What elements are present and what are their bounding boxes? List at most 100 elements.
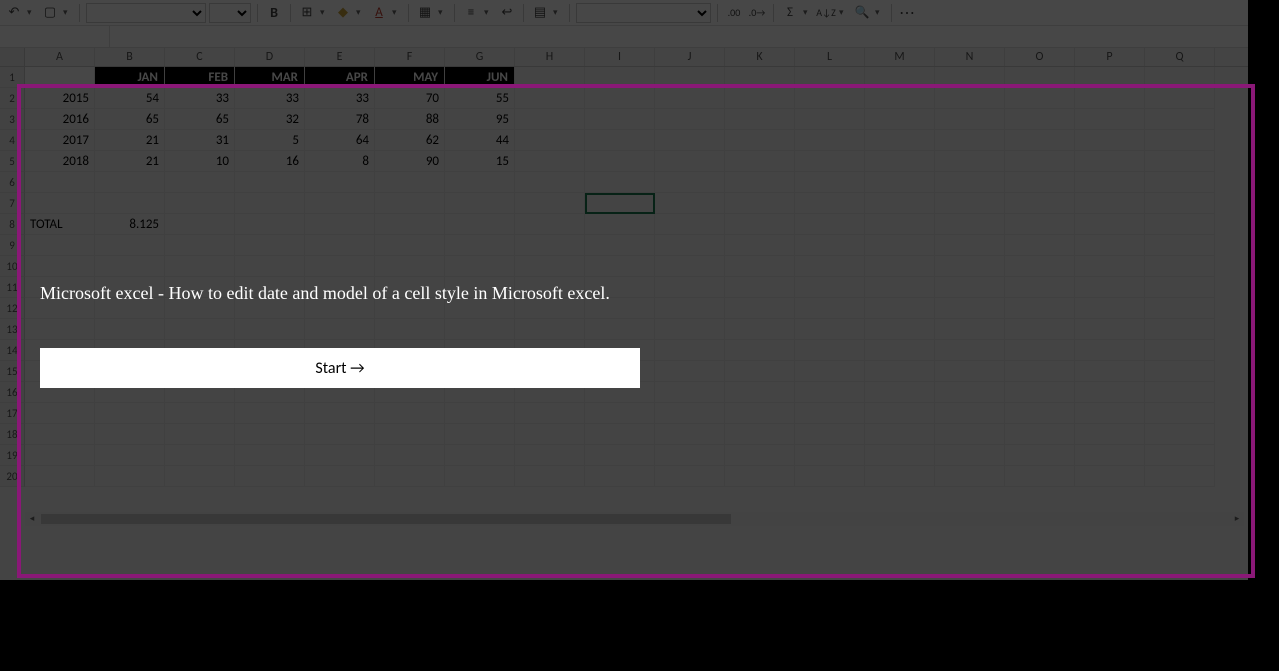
cell[interactable]: [95, 466, 165, 487]
cell[interactable]: 21: [95, 151, 165, 172]
cell[interactable]: [515, 403, 585, 424]
cell[interactable]: [25, 445, 95, 466]
cell[interactable]: [725, 88, 795, 109]
cell[interactable]: [655, 67, 725, 88]
cell[interactable]: [25, 424, 95, 445]
cell[interactable]: [375, 319, 445, 340]
cell[interactable]: [795, 403, 865, 424]
cell[interactable]: [1075, 130, 1145, 151]
cell[interactable]: [1145, 193, 1215, 214]
cell[interactable]: 21: [95, 130, 165, 151]
cell[interactable]: [95, 193, 165, 214]
cell[interactable]: [1005, 382, 1075, 403]
cell[interactable]: [305, 172, 375, 193]
cell[interactable]: 5: [235, 130, 305, 151]
cell[interactable]: [375, 466, 445, 487]
cell[interactable]: [25, 235, 95, 256]
cell[interactable]: [585, 172, 655, 193]
row-header[interactable]: 2: [0, 88, 25, 109]
cell[interactable]: [1075, 340, 1145, 361]
cell[interactable]: [445, 403, 515, 424]
cell[interactable]: [935, 340, 1005, 361]
row-header[interactable]: 9: [0, 235, 25, 256]
cell[interactable]: [165, 214, 235, 235]
column-header[interactable]: K: [725, 48, 795, 66]
cell[interactable]: [1075, 277, 1145, 298]
font-name-select[interactable]: [86, 3, 206, 23]
cell[interactable]: [1005, 298, 1075, 319]
scroll-left-icon[interactable]: ◂: [25, 512, 39, 526]
cell[interactable]: [585, 151, 655, 172]
cell[interactable]: [1075, 361, 1145, 382]
cell[interactable]: [25, 193, 95, 214]
cell[interactable]: 33: [305, 88, 375, 109]
chevron-down-icon[interactable]: ▾: [320, 7, 330, 18]
cell[interactable]: [25, 403, 95, 424]
cell[interactable]: [305, 193, 375, 214]
cell[interactable]: [655, 130, 725, 151]
cell[interactable]: 54: [95, 88, 165, 109]
autosum-icon[interactable]: Σ: [780, 3, 800, 23]
cell[interactable]: [1005, 340, 1075, 361]
cell[interactable]: [1145, 109, 1215, 130]
cell[interactable]: [935, 277, 1005, 298]
cell[interactable]: [1005, 256, 1075, 277]
cell[interactable]: [585, 109, 655, 130]
cell[interactable]: [725, 109, 795, 130]
cell[interactable]: [165, 235, 235, 256]
cell[interactable]: [585, 256, 655, 277]
cell[interactable]: [235, 403, 305, 424]
cell[interactable]: [585, 445, 655, 466]
chevron-down-icon[interactable]: ▾: [553, 7, 563, 18]
cell[interactable]: [935, 466, 1005, 487]
cell[interactable]: [725, 214, 795, 235]
cell[interactable]: 65: [95, 109, 165, 130]
cell[interactable]: [235, 256, 305, 277]
cell[interactable]: [655, 172, 725, 193]
cell[interactable]: [795, 298, 865, 319]
cell[interactable]: [725, 193, 795, 214]
merge-icon[interactable]: ▦: [415, 3, 435, 23]
cell[interactable]: 33: [235, 88, 305, 109]
cell[interactable]: [935, 235, 1005, 256]
cell[interactable]: 2017: [25, 130, 95, 151]
cell[interactable]: [305, 403, 375, 424]
cell[interactable]: [655, 361, 725, 382]
column-header[interactable]: M: [865, 48, 935, 66]
more-icon[interactable]: ⋯: [898, 3, 918, 23]
cell[interactable]: [655, 445, 725, 466]
row-header[interactable]: 19: [0, 445, 25, 466]
cell[interactable]: [305, 214, 375, 235]
cell[interactable]: [1005, 445, 1075, 466]
cell[interactable]: [795, 424, 865, 445]
cell[interactable]: [515, 235, 585, 256]
cell[interactable]: [515, 193, 585, 214]
cell[interactable]: [445, 466, 515, 487]
cell[interactable]: 15: [445, 151, 515, 172]
cell[interactable]: [165, 466, 235, 487]
cell[interactable]: [445, 235, 515, 256]
cell[interactable]: [585, 403, 655, 424]
cell[interactable]: [1005, 361, 1075, 382]
cell[interactable]: [375, 235, 445, 256]
cell[interactable]: 10: [165, 151, 235, 172]
row-header[interactable]: 3: [0, 109, 25, 130]
cell[interactable]: [935, 445, 1005, 466]
cell[interactable]: [1075, 424, 1145, 445]
cell[interactable]: [585, 193, 655, 214]
cell[interactable]: 90: [375, 151, 445, 172]
select-all-corner[interactable]: [0, 48, 25, 66]
cell[interactable]: [725, 361, 795, 382]
scroll-right-icon[interactable]: ▸: [1230, 512, 1244, 526]
cell[interactable]: [655, 193, 725, 214]
cell[interactable]: [375, 445, 445, 466]
cell[interactable]: [935, 67, 1005, 88]
cell[interactable]: [235, 319, 305, 340]
cell[interactable]: [1145, 130, 1215, 151]
cell[interactable]: [515, 130, 585, 151]
cell[interactable]: [935, 109, 1005, 130]
cell[interactable]: [1145, 403, 1215, 424]
cell[interactable]: FEB: [165, 67, 235, 88]
cell[interactable]: [165, 256, 235, 277]
cell[interactable]: [655, 424, 725, 445]
